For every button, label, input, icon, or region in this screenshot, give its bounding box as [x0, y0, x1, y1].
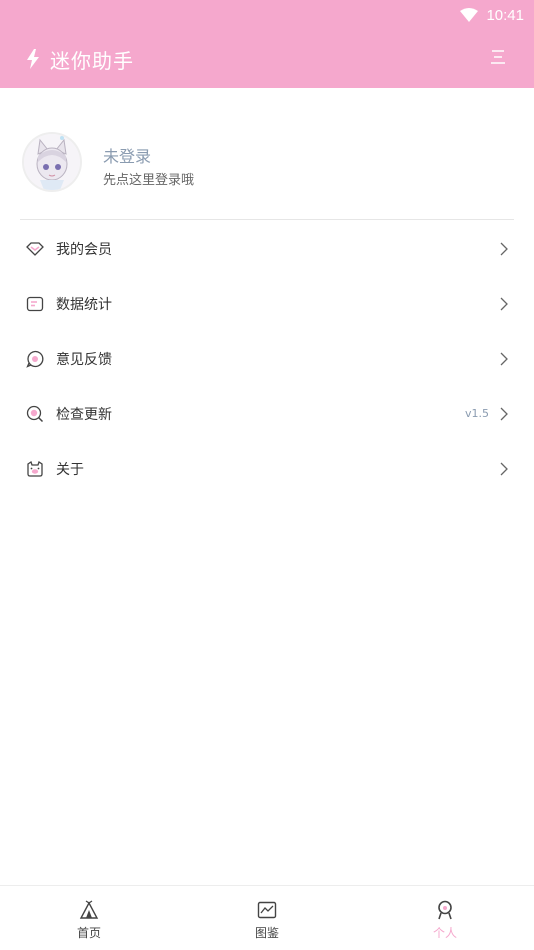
pig-face-icon — [27, 460, 43, 477]
tab-label: 首页 — [76, 926, 101, 940]
menu-item-label: 数据统计 — [56, 296, 112, 313]
tab-label: 个人 — [432, 926, 457, 940]
chevron-right-icon — [500, 297, 508, 310]
anime-avatar-icon — [24, 134, 80, 190]
status-bar: 10:41 — [460, 4, 524, 26]
search-icon — [26, 405, 44, 422]
menu-item-statistics[interactable]: 数据统计 — [0, 276, 534, 331]
tab-home[interactable]: 首页 — [29, 886, 149, 950]
chevron-right-icon — [500, 352, 508, 365]
image-chart-icon — [257, 901, 277, 919]
avatar[interactable] — [24, 134, 80, 190]
bottom-tab-bar: 首页 图鉴 个人 — [0, 885, 534, 950]
diamond-icon — [26, 241, 44, 256]
app-bar: 10:41 迷你助手 — [0, 0, 534, 88]
tent-icon — [79, 900, 99, 919]
login-title[interactable]: 未登录 — [103, 143, 151, 167]
menu-icon[interactable] — [490, 49, 506, 65]
lightning-icon — [27, 49, 39, 69]
chevron-right-icon — [500, 407, 508, 420]
menu-item-membership[interactable]: 我的会员 — [0, 221, 534, 276]
tab-personal[interactable]: 个人 — [385, 886, 505, 950]
tab-gallery[interactable]: 图鉴 — [207, 886, 327, 950]
divider — [20, 219, 514, 220]
menu-item-label: 意见反馈 — [56, 351, 112, 368]
menu-item-feedback[interactable]: 意见反馈 — [0, 331, 534, 386]
app-title: 迷你助手 — [50, 48, 134, 73]
menu-item-label: 检查更新 — [56, 406, 112, 423]
wifi-icon — [460, 8, 479, 22]
menu-item-label: 我的会员 — [56, 241, 112, 258]
chat-bubble-icon — [26, 350, 44, 368]
login-subtitle: 先点这里登录哦 — [103, 173, 195, 188]
menu-list: 我的会员 数据统计 意见反馈 检查更新 v1.5 关于 — [0, 221, 534, 496]
chevron-right-icon — [500, 242, 508, 255]
person-icon — [438, 900, 452, 920]
profile-header[interactable]: 未登录 先点这里登录哦 — [0, 88, 534, 220]
menu-item-check-update[interactable]: 检查更新 v1.5 — [0, 386, 534, 441]
menu-item-about[interactable]: 关于 — [0, 441, 534, 496]
chevron-right-icon — [500, 462, 508, 475]
tab-label: 图鉴 — [254, 926, 279, 940]
version-label: v1.5 — [464, 407, 489, 420]
menu-item-label: 关于 — [56, 461, 84, 478]
card-icon — [26, 296, 44, 311]
status-time: 10:41 — [486, 6, 524, 24]
